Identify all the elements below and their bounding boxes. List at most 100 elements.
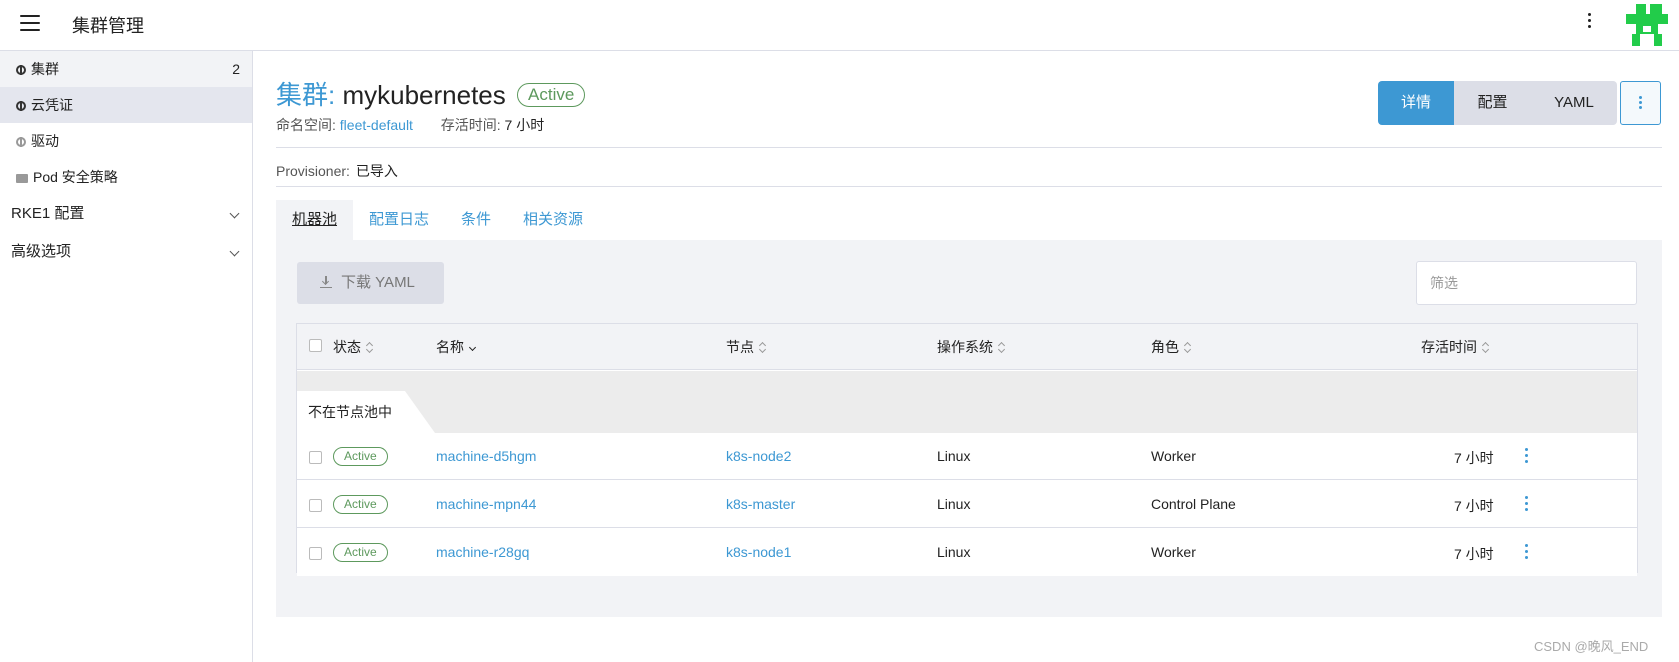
tab-provisioning-log[interactable]: 配置日志 — [353, 200, 445, 240]
cluster-name: mykubernetes — [342, 80, 506, 110]
row-checkbox[interactable] — [309, 451, 322, 464]
row-checkbox[interactable] — [309, 547, 322, 560]
node-link[interactable]: k8s-node1 — [726, 544, 791, 560]
select-all-checkbox[interactable] — [309, 339, 322, 352]
machine-name-link[interactable]: machine-d5hgm — [436, 448, 536, 464]
sidebar-item-clusters[interactable]: 集群 2 — [0, 51, 252, 87]
sidebar-group-label: 高级选项 — [11, 243, 72, 260]
sidebar-item-label: 集群 — [31, 61, 59, 77]
column-header-node[interactable]: 节点 — [726, 337, 766, 357]
sidebar-item-drivers[interactable]: 驱动 — [0, 123, 252, 159]
sidebar: 集群 2 云凭证 驱动 Pod 安全策略 RKE1 配置 高级选项 — [0, 51, 253, 662]
sidebar-item-label: 驱动 — [31, 133, 59, 149]
state-badge: Active — [333, 495, 388, 514]
namespace-link[interactable]: fleet-default — [340, 117, 413, 133]
sidebar-group-label: RKE1 配置 — [11, 205, 85, 222]
download-yaml-button[interactable]: 下载 YAML — [297, 262, 444, 304]
machines-table: 状态 名称 节点 操作系统 角色 存活时间 不在节点池中 Active mach… — [296, 323, 1638, 576]
hamburger-menu-icon[interactable] — [20, 15, 40, 31]
os-cell: Linux — [937, 448, 971, 464]
table-row: Active machine-r28gq k8s-node1 Linux Wor… — [297, 529, 1637, 576]
sidebar-item-label: 云凭证 — [31, 97, 73, 113]
sidebar-item-pod-security-policies[interactable]: Pod 安全策略 — [0, 159, 252, 195]
node-link[interactable]: k8s-master — [726, 496, 795, 512]
sidebar-item-cloud-credentials[interactable]: 云凭证 — [0, 87, 252, 123]
cluster-meta: 命名空间: fleet-default 存活时间: 7 小时 — [276, 115, 544, 135]
namespace-label: 命名空间: — [276, 117, 336, 133]
yaml-view-button[interactable]: YAML — [1531, 81, 1617, 125]
page-title: 集群: mykubernetes Active — [276, 75, 586, 112]
provisioner-row: Provisioner: 已导入 — [276, 161, 398, 181]
tab-panel: 下载 YAML 状态 名称 节点 操作系统 角色 存活时间 不在节点池中 Act… — [276, 240, 1662, 617]
table-row: Active machine-mpn44 k8s-master Linux Co… — [297, 481, 1637, 528]
more-vertical-icon[interactable] — [1584, 13, 1594, 35]
chevron-down-icon — [229, 208, 240, 219]
view-switch: 详情 配置 YAML — [1378, 81, 1617, 125]
sidebar-group-advanced[interactable]: 高级选项 — [0, 233, 252, 271]
divider — [276, 186, 1662, 187]
config-view-button[interactable]: 配置 — [1454, 81, 1531, 125]
sort-desc-icon — [469, 342, 476, 353]
machine-name-link[interactable]: machine-r28gq — [436, 544, 529, 560]
more-actions-button[interactable] — [1620, 81, 1661, 125]
age-label: 存活时间: — [440, 117, 501, 133]
table-row: Active machine-d5hgm k8s-node2 Linux Wor… — [297, 433, 1637, 480]
filter-input[interactable] — [1416, 261, 1637, 305]
row-actions-icon[interactable] — [1521, 448, 1531, 466]
detail-view-button[interactable]: 详情 — [1378, 81, 1454, 125]
provisioner-value: 已导入 — [355, 163, 398, 179]
cluster-count: 2 — [232, 61, 240, 77]
column-header-name[interactable]: 名称 — [436, 337, 476, 357]
status-badge: Active — [517, 83, 586, 107]
download-yaml-label: 下载 YAML — [341, 274, 415, 291]
folder-icon — [16, 174, 28, 183]
main-content: 集群: mykubernetes Active 命名空间: fleet-defa… — [254, 51, 1679, 662]
age-cell: 7 小时 — [1454, 450, 1494, 466]
node-link[interactable]: k8s-node2 — [726, 448, 791, 464]
sort-icon — [1482, 342, 1489, 353]
globe-icon — [16, 65, 26, 75]
sort-icon — [1184, 342, 1191, 353]
column-header-age[interactable]: 存活时间 — [1421, 337, 1489, 357]
column-header-role[interactable]: 角色 — [1151, 337, 1191, 357]
sort-icon — [998, 342, 1005, 353]
column-header-os[interactable]: 操作系统 — [937, 337, 1005, 357]
sidebar-item-label: Pod 安全策略 — [33, 169, 118, 185]
age-cell: 7 小时 — [1454, 498, 1494, 514]
sidebar-group-rke1-config[interactable]: RKE1 配置 — [0, 195, 252, 233]
sort-icon — [366, 342, 373, 353]
divider — [276, 147, 1662, 148]
machine-name-link[interactable]: machine-mpn44 — [436, 496, 536, 512]
tab-bar: 机器池 配置日志 条件 相关资源 — [276, 200, 599, 240]
role-cell: Worker — [1151, 448, 1196, 464]
column-header-state[interactable]: 状态 — [333, 337, 373, 357]
tab-conditions[interactable]: 条件 — [445, 200, 507, 240]
provisioner-label: Provisioner: — [276, 163, 350, 179]
globe-icon — [16, 137, 26, 147]
group-row: 不在节点池中 — [297, 371, 1637, 433]
group-label: 不在节点池中 — [297, 391, 435, 433]
app-title: 集群管理 — [72, 16, 144, 36]
age-cell: 7 小时 — [1454, 546, 1494, 562]
os-cell: Linux — [937, 544, 971, 560]
download-icon — [320, 276, 332, 288]
tab-machine-pools[interactable]: 机器池 — [276, 200, 354, 240]
role-cell: Control Plane — [1151, 496, 1236, 512]
row-actions-icon[interactable] — [1521, 496, 1531, 514]
row-checkbox[interactable] — [309, 499, 322, 512]
table-header: 状态 名称 节点 操作系统 角色 存活时间 — [297, 324, 1637, 370]
age-value: 7 小时 — [504, 117, 545, 133]
title-prefix[interactable]: 集群: — [276, 80, 335, 110]
state-badge: Active — [333, 447, 388, 466]
role-cell: Worker — [1151, 544, 1196, 560]
tab-related-resources[interactable]: 相关资源 — [507, 200, 599, 240]
row-actions-icon[interactable] — [1521, 544, 1531, 562]
chevron-down-icon — [229, 246, 240, 257]
sort-icon — [759, 342, 766, 353]
top-bar: 集群管理 — [0, 0, 1679, 51]
globe-icon — [16, 101, 26, 111]
state-badge: Active — [333, 543, 388, 562]
os-cell: Linux — [937, 496, 971, 512]
user-avatar[interactable] — [1626, 4, 1668, 46]
watermark: CSDN @晚风_END — [1534, 639, 1649, 654]
